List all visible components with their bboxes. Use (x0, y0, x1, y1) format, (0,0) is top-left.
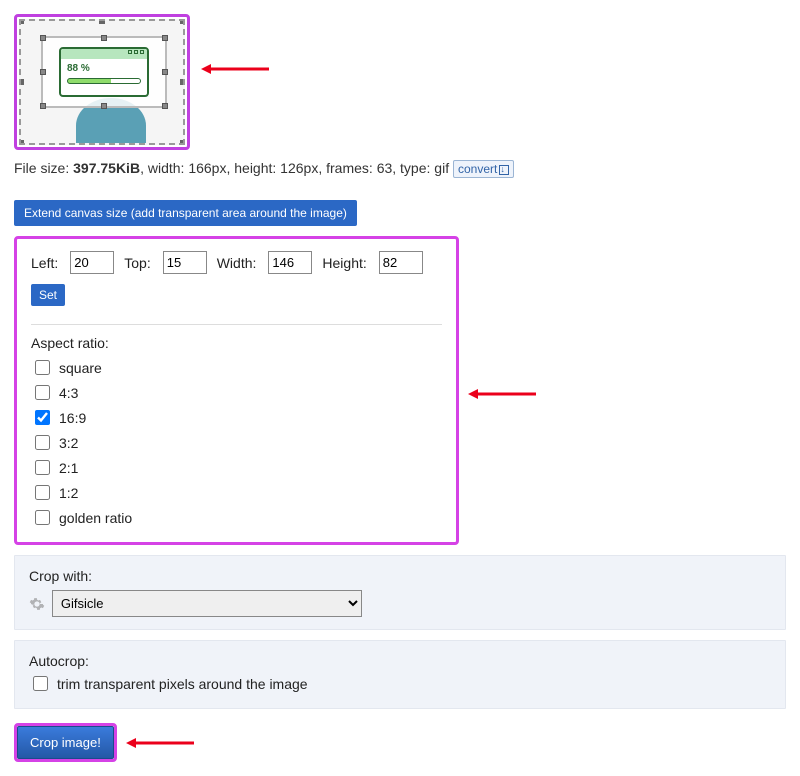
crop-with-select[interactable]: Gifsicle (52, 590, 362, 617)
crop-settings-panel: Left: Top: Width: Height: Set Aspect rat… (14, 236, 459, 545)
file-frames-label: , frames: (318, 160, 376, 176)
canvas-handle[interactable] (180, 19, 185, 24)
file-width-value: 166px (188, 160, 226, 176)
sample-window-illustration: 88 % (59, 47, 149, 97)
crop-image-highlight: Crop image! (14, 723, 117, 762)
preview-highlight: 88 % (14, 14, 190, 150)
crop-selection[interactable]: 88 % (41, 36, 167, 108)
aspect-ratio-options: square 4:3 16:9 3:2 2:1 1:2 golden ratio (31, 355, 442, 530)
canvas-handle[interactable] (180, 140, 185, 145)
canvas-handle[interactable] (99, 19, 105, 24)
aspect-label: square (59, 360, 102, 376)
crop-image-button[interactable]: Crop image! (17, 726, 114, 759)
preview-area: 88 % (14, 14, 190, 150)
selection-handle[interactable] (162, 35, 168, 41)
file-height-value: 126px (280, 160, 318, 176)
crop-with-panel: Crop with: Gifsicle (14, 555, 786, 630)
autocrop-option-label: trim transparent pixels around the image (57, 676, 308, 692)
selection-handle[interactable] (40, 35, 46, 41)
file-size-value: 397.75KiB (73, 160, 140, 176)
aspect-label: 4:3 (59, 385, 78, 401)
selection-handle[interactable] (101, 35, 107, 41)
aspect-checkbox-16-9[interactable] (35, 410, 50, 425)
panel-divider (31, 324, 442, 325)
aspect-checkbox-4-3[interactable] (35, 385, 50, 400)
selection-handle[interactable] (101, 103, 107, 109)
file-info-line: File size: 397.75KiB, width: 166px, heig… (14, 160, 786, 178)
selection-handle[interactable] (162, 103, 168, 109)
selection-handle[interactable] (40, 103, 46, 109)
autocrop-trim-checkbox[interactable] (33, 676, 48, 691)
download-icon (499, 165, 509, 175)
left-label: Left: (31, 255, 58, 271)
file-height-label: , height: (226, 160, 280, 176)
file-size-label: File size: (14, 160, 73, 176)
autocrop-title: Autocrop: (29, 653, 771, 669)
convert-button[interactable]: convert (453, 160, 514, 178)
width-label: Width: (217, 255, 257, 271)
selection-handle[interactable] (40, 69, 46, 75)
aspect-checkbox-3-2[interactable] (35, 435, 50, 450)
height-input[interactable] (379, 251, 423, 274)
extend-canvas-button[interactable]: Extend canvas size (add transparent area… (14, 200, 357, 226)
aspect-label: 1:2 (59, 485, 78, 501)
aspect-label: 16:9 (59, 410, 86, 426)
aspect-ratio-title: Aspect ratio: (31, 335, 442, 351)
aspect-checkbox-golden[interactable] (35, 510, 50, 525)
aspect-checkbox-square[interactable] (35, 360, 50, 375)
gear-icon (29, 596, 45, 612)
file-type-value: gif (434, 160, 449, 176)
canvas-handle[interactable] (19, 140, 24, 145)
dimension-row: Left: Top: Width: Height: Set (31, 251, 442, 306)
convert-label: convert (458, 162, 497, 176)
canvas-handle[interactable] (19, 19, 24, 24)
crop-canvas[interactable]: 88 % (19, 19, 185, 145)
top-input[interactable] (163, 251, 207, 274)
aspect-checkbox-1-2[interactable] (35, 485, 50, 500)
left-input[interactable] (70, 251, 114, 274)
height-label: Height: (322, 255, 366, 271)
sample-percent-text: 88 % (61, 59, 147, 74)
file-frames-value: 63 (377, 160, 393, 176)
selection-handle[interactable] (162, 69, 168, 75)
aspect-label: 2:1 (59, 460, 78, 476)
aspect-checkbox-2-1[interactable] (35, 460, 50, 475)
autocrop-panel: Autocrop: trim transparent pixels around… (14, 640, 786, 709)
set-button[interactable]: Set (31, 284, 65, 306)
aspect-label: 3:2 (59, 435, 78, 451)
file-type-label: , type: (392, 160, 434, 176)
file-width-label: , width: (140, 160, 188, 176)
crop-with-label: Crop with: (29, 568, 771, 584)
aspect-label: golden ratio (59, 510, 132, 526)
width-input[interactable] (268, 251, 312, 274)
canvas-handle[interactable] (19, 79, 24, 85)
canvas-handle[interactable] (180, 79, 185, 85)
top-label: Top: (124, 255, 150, 271)
